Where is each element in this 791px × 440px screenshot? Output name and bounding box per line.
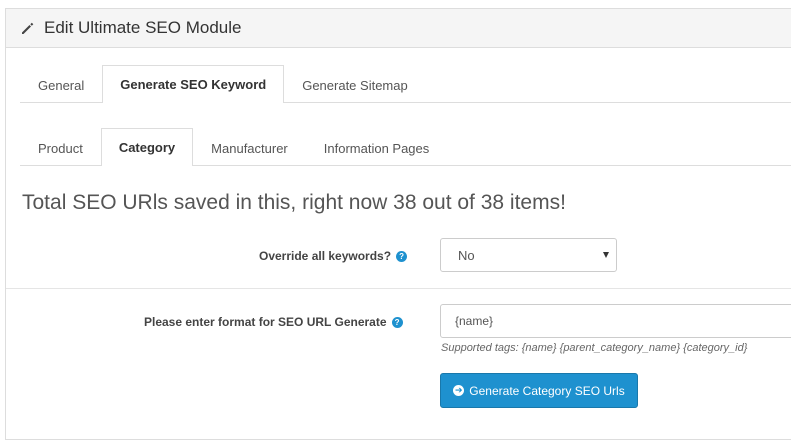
format-label: Please enter format for SEO URL Generate: [144, 315, 387, 329]
module-panel: Edit Ultimate SEO Module General Generat…: [5, 8, 791, 440]
seo-format-input[interactable]: {name}: [440, 304, 791, 338]
override-label: Override all keywords?: [259, 249, 392, 263]
divider: [6, 288, 791, 289]
pencil-icon: [20, 20, 36, 36]
sub-tabs: Product Category Manufacturer Informatio…: [20, 127, 791, 166]
tab-category[interactable]: Category: [100, 128, 194, 166]
tab-generate-seo-keyword[interactable]: Generate SEO Keyword: [102, 65, 285, 103]
override-label-row: Override all keywords? ?: [259, 249, 408, 263]
generate-category-seo-button[interactable]: ➔ Generate Category SEO Urls: [440, 373, 638, 408]
main-tabs: General Generate SEO Keyword Generate Si…: [20, 64, 791, 103]
supported-tags-hint: Supported tags: {name} {parent_category_…: [441, 342, 748, 354]
tab-manufacturer[interactable]: Manufacturer: [193, 129, 306, 166]
panel-heading: Edit Ultimate SEO Module: [6, 9, 791, 48]
tab-information-pages[interactable]: Information Pages: [306, 129, 448, 166]
seo-format-value: {name}: [455, 314, 494, 328]
chevron-down-icon: [603, 252, 609, 258]
help-icon[interactable]: ?: [396, 250, 408, 262]
arrow-right-icon: ➔: [453, 385, 465, 396]
panel-title: Edit Ultimate SEO Module: [44, 18, 242, 37]
seo-total-headline: Total SEO URls saved in this, right now …: [22, 191, 566, 214]
format-label-row: Please enter format for SEO URL Generate…: [144, 315, 403, 329]
help-icon[interactable]: ?: [391, 316, 403, 328]
generate-button-label: Generate Category SEO Urls: [469, 383, 625, 398]
tab-general[interactable]: General: [20, 66, 102, 103]
override-select-value: No: [458, 247, 475, 263]
override-select[interactable]: No: [440, 238, 617, 272]
tab-product[interactable]: Product: [20, 129, 101, 166]
tab-generate-sitemap[interactable]: Generate Sitemap: [284, 66, 426, 103]
